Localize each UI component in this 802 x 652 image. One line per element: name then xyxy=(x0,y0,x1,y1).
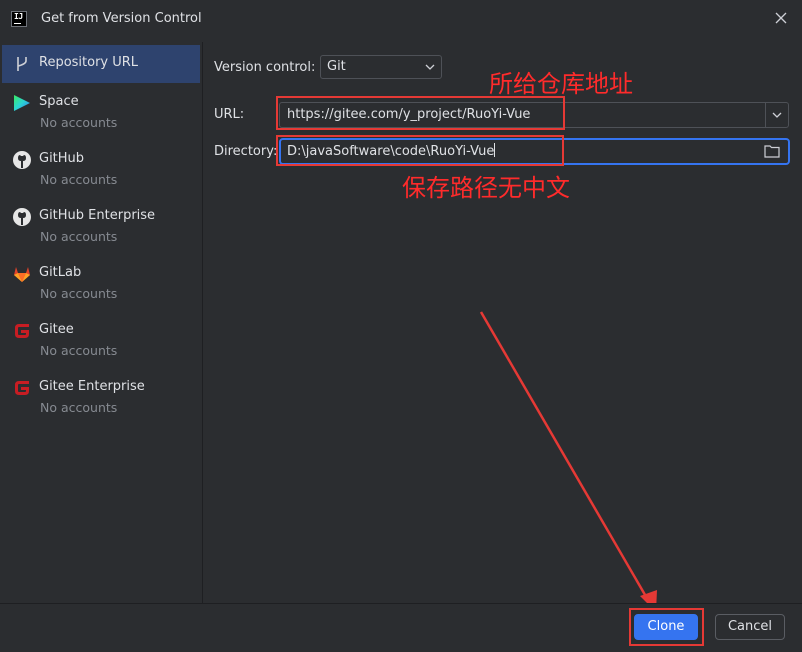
sidebar-item-sub: No accounts xyxy=(40,115,118,130)
version-control-label: Version control: xyxy=(214,60,316,75)
sidebar-item-sub: No accounts xyxy=(40,343,118,358)
space-icon xyxy=(14,95,30,111)
url-label: URL: xyxy=(214,107,245,122)
directory-annotation: 保存路径无中文 xyxy=(402,174,570,202)
title-bar: IJ Get from Version Control xyxy=(0,0,802,38)
sidebar-item-repository-url[interactable]: Repository URL xyxy=(2,45,200,83)
sidebar-item-label: Gitee Enterprise xyxy=(39,379,145,394)
sidebar-item-space[interactable]: Space No accounts xyxy=(2,89,200,139)
version-control-select[interactable]: Git xyxy=(320,55,442,79)
chevron-down-icon[interactable] xyxy=(772,110,782,120)
sidebar-item-label: Repository URL xyxy=(39,55,139,70)
github-icon xyxy=(13,208,31,226)
sidebar-item-sub: No accounts xyxy=(40,172,118,187)
sidebar-item-sub: No accounts xyxy=(40,400,118,415)
url-highlight-box xyxy=(276,96,565,130)
gitee-icon xyxy=(15,324,29,338)
gitee-icon xyxy=(15,381,29,395)
url-dropdown-divider xyxy=(765,103,766,127)
directory-label: Directory: xyxy=(214,144,278,159)
sidebar-item-gitee[interactable]: Gitee No accounts xyxy=(2,317,200,367)
window-title: Get from Version Control xyxy=(41,11,202,26)
sidebar-item-label: GitHub Enterprise xyxy=(39,208,156,223)
directory-highlight-box xyxy=(276,135,564,166)
sidebar-item-gitlab[interactable]: GitLab No accounts xyxy=(2,260,200,310)
sidebar-item-label: GitLab xyxy=(39,265,82,280)
close-icon[interactable] xyxy=(773,10,789,26)
sidebar-item-github[interactable]: GitHub No accounts xyxy=(2,146,200,196)
url-annotation: 所给仓库地址 xyxy=(489,70,633,98)
sidebar-item-sub: No accounts xyxy=(40,286,118,301)
sidebar-item-gitee-enterprise[interactable]: Gitee Enterprise No accounts xyxy=(2,374,200,424)
sidebar-item-github-enterprise[interactable]: GitHub Enterprise No accounts xyxy=(2,203,200,253)
chevron-down-icon xyxy=(425,64,435,70)
clone-button[interactable]: Clone xyxy=(634,614,698,640)
folder-icon[interactable] xyxy=(764,144,780,158)
sidebar-item-label: Space xyxy=(39,94,79,109)
sidebar-item-sub: No accounts xyxy=(40,229,118,244)
vcs-branch-icon xyxy=(17,57,27,71)
sidebar: Repository URL Space No accounts GitHub … xyxy=(0,42,203,603)
sidebar-item-label: GitHub xyxy=(39,151,85,166)
cancel-button[interactable]: Cancel xyxy=(715,614,785,640)
github-icon xyxy=(13,151,31,169)
version-control-value: Git xyxy=(327,59,346,74)
intellij-logo-icon: IJ xyxy=(11,11,27,27)
sidebar-item-label: Gitee xyxy=(39,322,74,337)
gitlab-icon xyxy=(14,267,30,282)
